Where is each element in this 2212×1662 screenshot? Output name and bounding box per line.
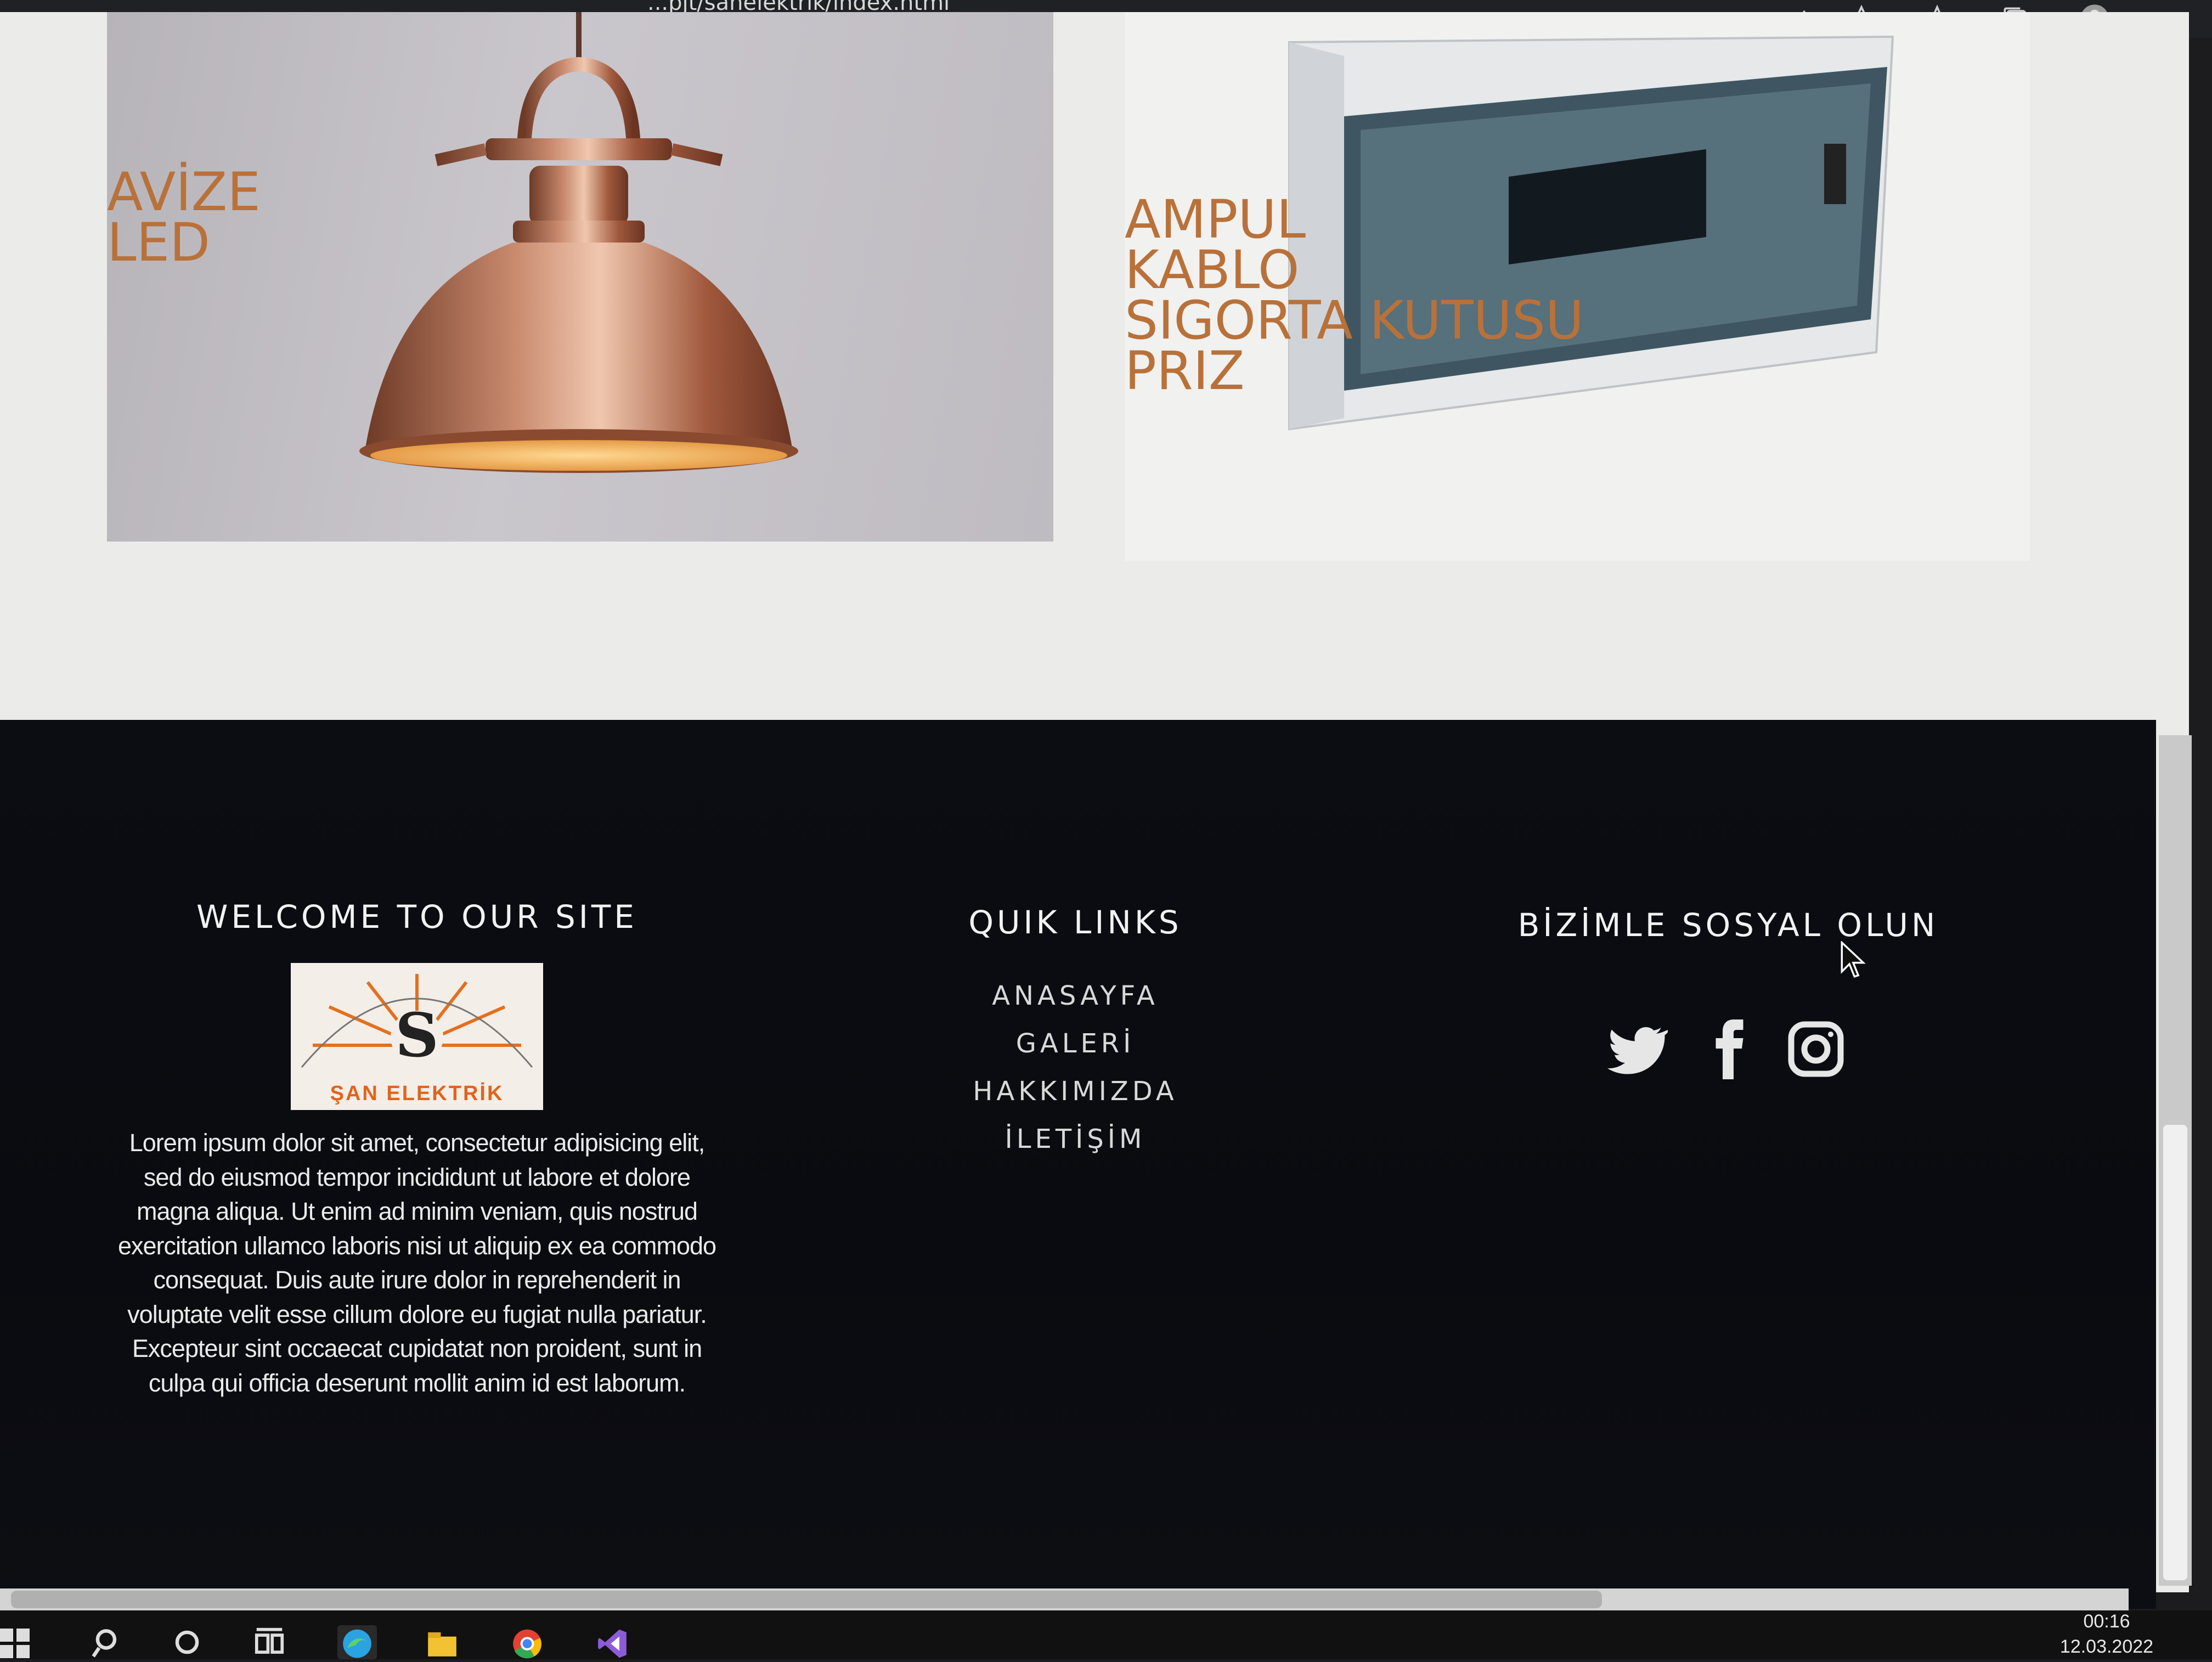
- product-line: SIGORTA KUTUSU: [1125, 290, 1584, 351]
- horizontal-scroll-thumb[interactable]: [11, 1591, 1602, 1608]
- system-clock[interactable]: 00:16 12.03.2022: [2030, 1609, 2183, 1659]
- visual-studio-icon[interactable]: [592, 1625, 632, 1659]
- file-explorer-icon[interactable]: [422, 1625, 462, 1659]
- product-card-lighting[interactable]: AVİZE LED: [107, 12, 1053, 542]
- task-view-icon[interactable]: [250, 1625, 289, 1659]
- product-line: AVİZE: [107, 161, 261, 223]
- vertical-scroll-thumb[interactable]: [2163, 1125, 2187, 1580]
- chrome-icon[interactable]: [507, 1625, 547, 1659]
- product-line: LED: [107, 212, 211, 273]
- edge-icon[interactable]: [337, 1625, 377, 1659]
- about-text: Lorem ipsum dolor sit amet, consectetur …: [117, 1129, 716, 1397]
- quick-links-title: QUIK LINKS: [968, 904, 1182, 941]
- search-icon[interactable]: [88, 1625, 127, 1659]
- product-line: AMPUL: [1125, 189, 1306, 250]
- cortana-icon[interactable]: [167, 1625, 207, 1659]
- windows-taskbar: [0, 1610, 2212, 1659]
- product-text-electrical: AMPUL KABLO SIGORTA KUTUSU PRIZ: [1125, 189, 1584, 402]
- link-anasayfa[interactable]: ANASAYFA: [955, 972, 1196, 1020]
- link-galeri[interactable]: GALERİ: [955, 1020, 1196, 1068]
- horizontal-scrollbar[interactable]: [0, 1588, 2129, 1610]
- copper-lamp-image: [359, 12, 798, 473]
- site-footer: WELCOME TO OUR SITE S ŞAN ELEKTRİK Lorem…: [0, 720, 2156, 1609]
- svg-text:S: S: [395, 1000, 438, 1071]
- logo-text: ŞAN ELEKTRİK: [330, 1082, 504, 1105]
- vertical-scrollbar[interactable]: [2159, 735, 2192, 1586]
- welcome-title: WELCOME TO OUR SITE: [196, 898, 637, 936]
- product-text-lighting: AVİZE LED: [107, 161, 261, 273]
- product-line: PRIZ: [1125, 340, 1245, 402]
- social-title: BİZİMLE SOSYAL OLUN: [1517, 906, 1939, 944]
- facebook-icon[interactable]: [1695, 1016, 1761, 1082]
- windows-start-icon[interactable]: [0, 1625, 33, 1659]
- link-iletisim[interactable]: İLETİŞİM: [955, 1115, 1196, 1163]
- twitter-icon[interactable]: [1602, 1016, 1671, 1082]
- clock-date: 12.03.2022: [2059, 1636, 2154, 1657]
- clock-time: 00:16: [2083, 1611, 2130, 1632]
- product-line: KABLO: [1125, 239, 1300, 301]
- link-hakkimizda[interactable]: HAKKIMIZDA: [955, 1068, 1196, 1115]
- product-card-electrical[interactable]: AMPUL KABLO SIGORTA KUTUSU PRIZ: [1125, 12, 2030, 561]
- san-elektrik-logo: S ŞAN ELEKTRİK: [291, 963, 543, 1110]
- quick-links: ANASAYFA GALERİ HAKKIMIZDA İLETİŞİM: [955, 972, 1196, 1163]
- web-page: AVİZE LED AMPUL KABLO SIGORTA KUTUSU PRI…: [0, 12, 2189, 1609]
- instagram-icon[interactable]: [1783, 1016, 1849, 1082]
- mouse-cursor-icon: [1841, 941, 1866, 978]
